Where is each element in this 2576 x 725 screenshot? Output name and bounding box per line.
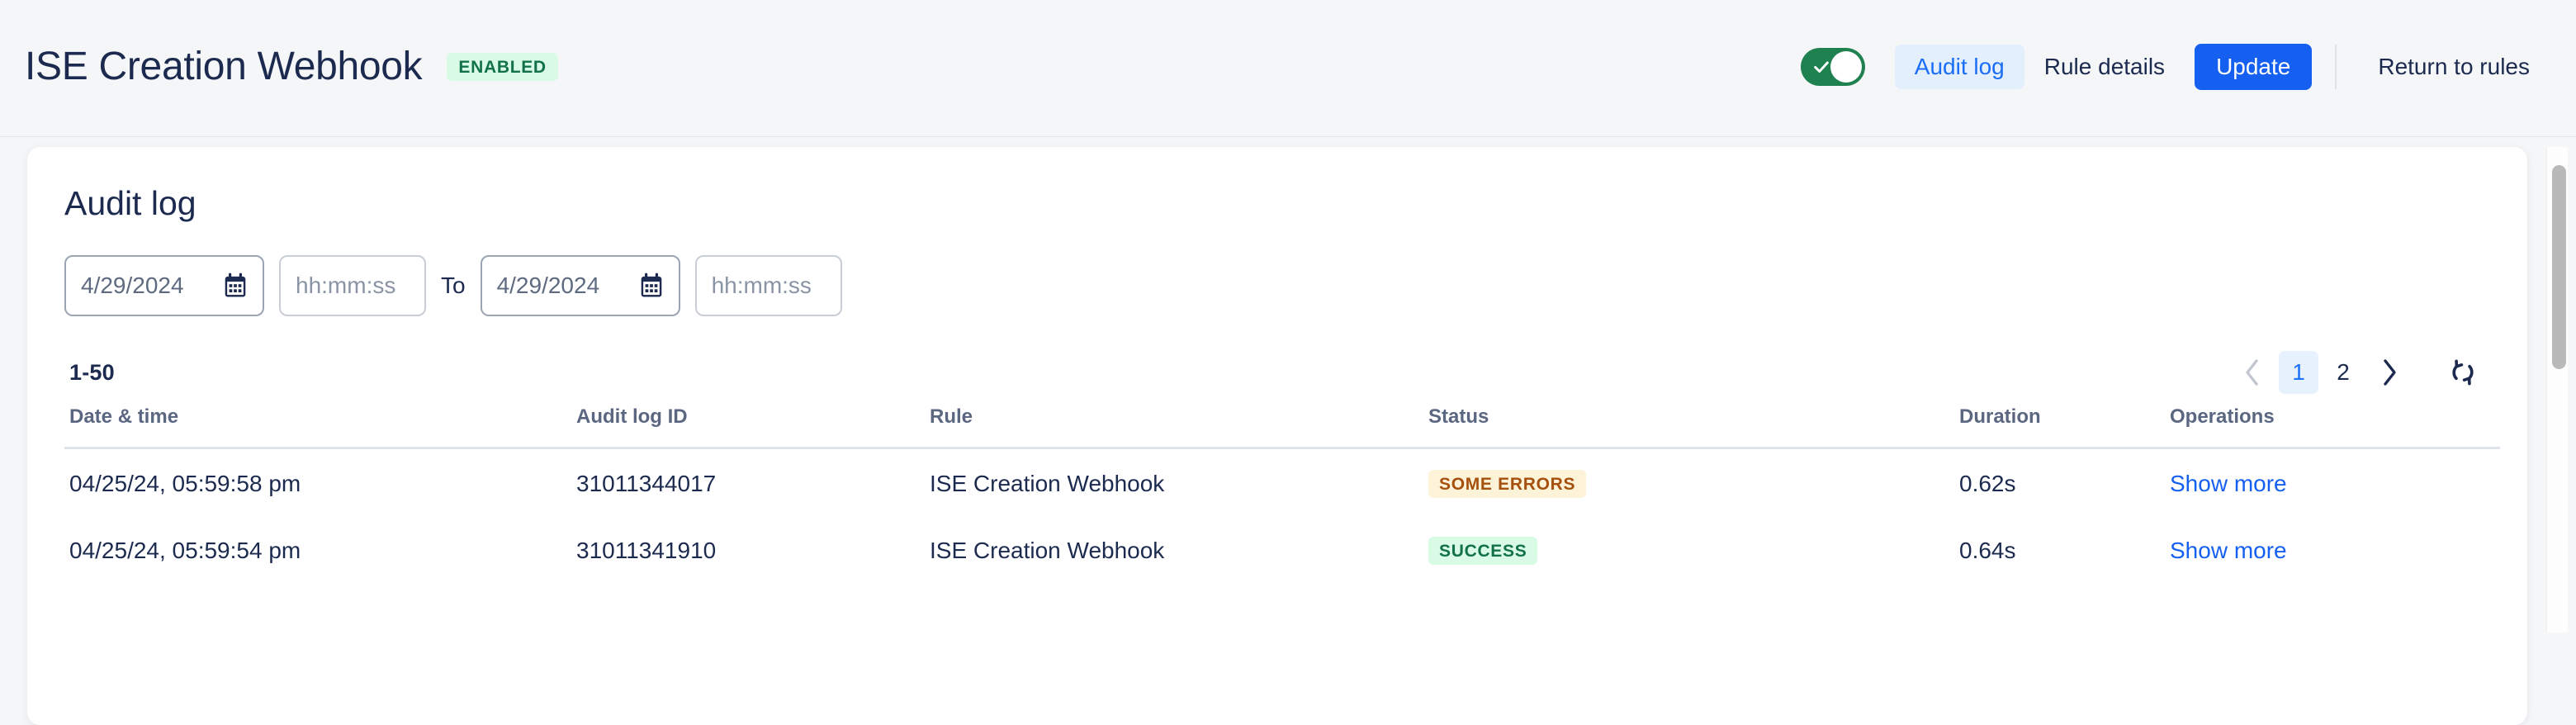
- update-button[interactable]: Update: [2195, 43, 2313, 90]
- page-title: ISE Creation Webhook: [25, 44, 423, 88]
- table-meta-row: 1-50 1 2: [64, 349, 2490, 396]
- cell-status: SOME ERRORS: [1428, 448, 1959, 517]
- pagination: 1 2: [2231, 351, 2485, 394]
- page-button-1[interactable]: 1: [2279, 351, 2318, 394]
- page-button-2[interactable]: 2: [2323, 351, 2363, 394]
- to-label: To: [441, 272, 466, 298]
- calendar-icon[interactable]: [639, 272, 664, 299]
- header-actions: Audit log Rule details Update Return to …: [1800, 43, 2550, 93]
- check-icon: [1813, 60, 1829, 73]
- result-range: 1-50: [69, 359, 115, 385]
- calendar-icon[interactable]: [223, 272, 248, 299]
- card-title: Audit log: [64, 184, 197, 222]
- show-more-link[interactable]: Show more: [2170, 538, 2287, 563]
- chevron-right-icon: [2384, 359, 2396, 386]
- column-header-audit-log-id: Audit log ID: [576, 399, 930, 449]
- from-time-placeholder: hh:mm:ss: [296, 272, 396, 298]
- next-page-button[interactable]: [2368, 351, 2411, 394]
- column-header-rule: Rule: [930, 399, 1428, 449]
- cell-audit-log-id: 31011341910: [576, 537, 717, 563]
- cell-date-time: 04/25/24, 05:59:54 pm: [69, 537, 301, 563]
- audit-log-table: Date & time Audit log ID Rule Status Dur…: [64, 399, 2500, 583]
- cell-operations: Show more: [2170, 448, 2500, 517]
- column-header-status: Status: [1428, 399, 1959, 449]
- from-time-input[interactable]: hh:mm:ss: [279, 255, 426, 316]
- status-badge: SOME ERRORS: [1428, 470, 1587, 498]
- to-date-value: 4/29/2024: [496, 272, 600, 298]
- chevron-left-icon: [2246, 359, 2258, 386]
- column-header-operations: Operations: [2170, 399, 2500, 449]
- date-filter-row: 4/29/2024 hh:mm:ss To 4/29/2024 hh:mm:ss: [64, 255, 2490, 316]
- tab-audit-log[interactable]: Audit log: [1894, 44, 2024, 89]
- title-group: ISE Creation Webhook ENABLED: [25, 44, 558, 90]
- table-row[interactable]: 04/25/24, 05:59:54 pm 31011341910 ISE Cr…: [64, 516, 2500, 583]
- show-more-link[interactable]: Show more: [2170, 471, 2287, 496]
- enabled-toggle[interactable]: [1800, 47, 1865, 86]
- column-header-date-time: Date & time: [64, 399, 576, 449]
- to-time-placeholder: hh:mm:ss: [711, 272, 812, 298]
- cell-duration: 0.62s: [1959, 470, 2016, 496]
- return-to-rules-button[interactable]: Return to rules: [2358, 45, 2550, 89]
- status-badge: SUCCESS: [1428, 537, 1538, 565]
- from-date-value: 4/29/2024: [81, 272, 184, 298]
- to-date-input[interactable]: 4/29/2024: [480, 255, 680, 316]
- tab-rule-details[interactable]: Rule details: [2024, 45, 2185, 89]
- status-badge-enabled: ENABLED: [447, 52, 558, 81]
- cell-status: SUCCESS: [1428, 516, 1959, 583]
- cell-audit-log-id: 31011344017: [576, 470, 717, 496]
- column-header-duration: Duration: [1959, 399, 2170, 449]
- cell-rule: ISE Creation Webhook: [930, 470, 1165, 496]
- cell-duration: 0.64s: [1959, 537, 2016, 563]
- table-header-row: Date & time Audit log ID Rule Status Dur…: [64, 399, 2500, 449]
- vertical-scrollbar-thumb[interactable]: [2552, 165, 2566, 369]
- to-time-input[interactable]: hh:mm:ss: [694, 255, 842, 316]
- from-date-input[interactable]: 4/29/2024: [64, 255, 264, 316]
- table-row[interactable]: 04/25/24, 05:59:58 pm 31011344017 ISE Cr…: [64, 448, 2500, 517]
- cell-date-time: 04/25/24, 05:59:58 pm: [69, 470, 301, 496]
- refresh-button[interactable]: [2441, 351, 2485, 394]
- audit-log-card: Audit log 4/29/2024 hh:mm:ss To 4/29/202…: [27, 147, 2527, 725]
- header-divider: [2335, 44, 2337, 89]
- cell-rule: ISE Creation Webhook: [930, 537, 1165, 563]
- page-header: ISE Creation Webhook ENABLED Audit log R…: [0, 0, 2576, 137]
- cell-operations: Show more: [2170, 516, 2500, 583]
- vertical-scrollbar-track[interactable]: [2546, 147, 2568, 633]
- refresh-icon: [2452, 359, 2474, 386]
- toggle-knob: [1830, 50, 1862, 83]
- prev-page-button[interactable]: [2231, 351, 2274, 394]
